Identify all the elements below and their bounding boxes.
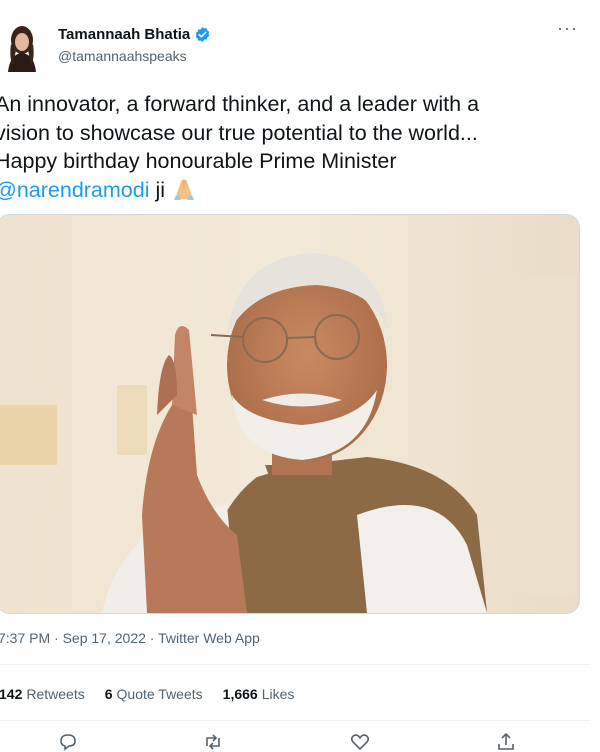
tweet-text: An innovator, a forward thinker, and a l…	[0, 90, 585, 204]
meta-separator: ·	[50, 630, 63, 646]
user-handle[interactable]: @tamannaahspeaks	[58, 48, 187, 64]
mention-link[interactable]: @narendramodi	[0, 178, 150, 202]
retweets-stat[interactable]: 142 Retweets	[0, 686, 85, 702]
divider	[0, 720, 590, 721]
verified-badge-icon	[196, 27, 210, 42]
divider	[0, 664, 590, 665]
tweet-text-line: vision to showcase our true potential to…	[0, 120, 478, 145]
avatar[interactable]	[0, 20, 44, 72]
retweet-icon[interactable]	[203, 732, 223, 752]
quotes-label: Quote Tweets	[116, 686, 203, 702]
reply-icon[interactable]	[58, 732, 78, 752]
photo-illustration	[0, 215, 579, 613]
tweet-media-image[interactable]	[0, 214, 580, 614]
quotes-count: 6	[104, 686, 113, 702]
quotes-stat[interactable]: 6 Quote Tweets	[105, 686, 203, 702]
tweet-text-suffix: ji	[149, 177, 166, 202]
tweet-timestamp: 7:37 PM · Sep 17, 2022 · Twitter Web App	[0, 630, 260, 646]
retweets-count: 142	[0, 686, 23, 702]
avatar-image	[0, 20, 44, 72]
retweets-label: Retweets	[26, 686, 85, 702]
likes-stat[interactable]: 1,666 Likes	[223, 686, 295, 702]
tweet-text-line: @narendramodi ji	[0, 176, 585, 205]
share-icon[interactable]	[496, 732, 516, 752]
more-horizontal-icon[interactable]: ···	[557, 18, 578, 39]
user-name-row[interactable]: Tamannaah Bhatia	[58, 26, 211, 43]
likes-count: 1,666	[222, 686, 258, 702]
tweet-time[interactable]: 7:37 PM	[0, 630, 50, 646]
tweet-stats: 142 Retweets 6 Quote Tweets 1,666 Likes	[0, 686, 294, 702]
action-bar	[0, 730, 590, 752]
like-icon[interactable]	[350, 732, 370, 752]
tweet-text-line: Happy birthday honourable Prime Minister	[0, 149, 397, 173]
tweet-source[interactable]: Twitter Web App	[158, 630, 260, 646]
tweet-date[interactable]: Sep 17, 2022	[63, 630, 146, 646]
likes-label: Likes	[261, 686, 295, 702]
tweet-text-line: An innovator, a forward thinker, and a l…	[0, 92, 480, 116]
folded-hands-icon	[174, 178, 195, 200]
display-name[interactable]: Tamannaah Bhatia	[58, 26, 190, 43]
meta-separator: ·	[145, 630, 159, 646]
